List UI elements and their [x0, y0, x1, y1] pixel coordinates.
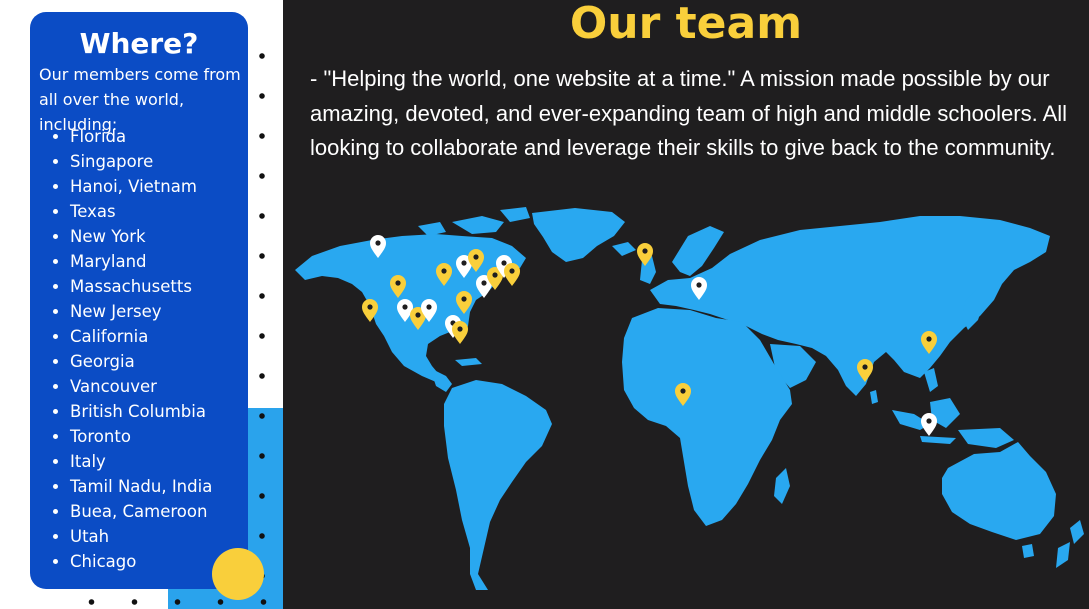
location-item: New York [70, 224, 212, 249]
location-item: Utah [70, 524, 212, 549]
location-item: Georgia [70, 349, 212, 374]
location-item: Maryland [70, 249, 212, 274]
location-item: Texas [70, 199, 212, 224]
mission-statement: - "Helping the world, one website at a t… [310, 66, 1068, 160]
location-item: Massachusetts [70, 274, 212, 299]
location-item: Italy [70, 449, 212, 474]
location-item: Florida [70, 124, 212, 149]
decorative-yellow-circle [212, 548, 264, 600]
location-item: Chicago [70, 549, 212, 574]
locations-list: Florida Singapore Hanoi, Vietnam Texas N… [52, 124, 212, 574]
decorative-dot-row [70, 595, 283, 609]
locations-card: Where? Our members come from all over th… [30, 12, 248, 589]
map-pin-icon [921, 413, 937, 436]
map-pin-icon [452, 321, 468, 344]
location-item: Toronto [70, 424, 212, 449]
decorative-dot-column [256, 36, 268, 609]
location-item: Hanoi, Vietnam [70, 174, 212, 199]
location-item: Buea, Cameroon [70, 499, 212, 524]
location-item: Singapore [70, 149, 212, 174]
world-map [295, 207, 1084, 590]
location-item: British Columbia [70, 399, 212, 424]
world-map-land [295, 207, 1084, 590]
location-item: Tamil Nadu, India [70, 474, 212, 499]
location-item: New Jersey [70, 299, 212, 324]
card-heading: Where? [79, 27, 199, 60]
sidebar-panel: Where? Our members come from all over th… [0, 0, 283, 609]
map-pin-icon [504, 263, 520, 286]
page-title: Our team [569, 0, 803, 49]
location-item: Vancouver [70, 374, 212, 399]
location-item: California [70, 324, 212, 349]
